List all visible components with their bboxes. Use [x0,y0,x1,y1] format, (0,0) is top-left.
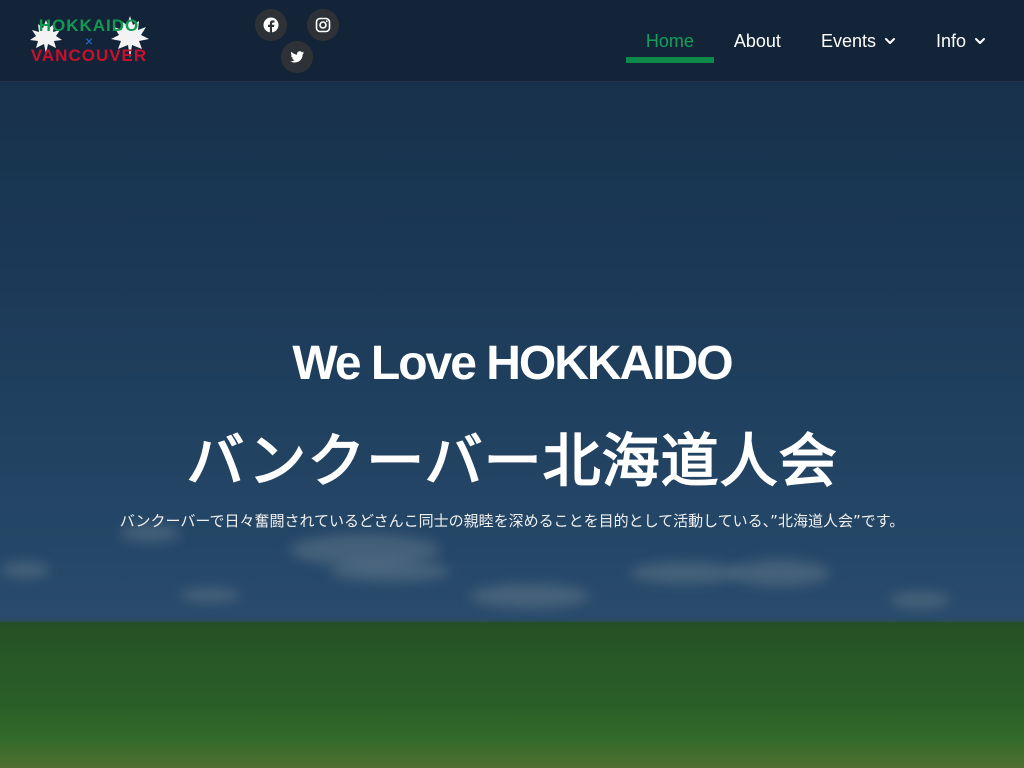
facebook-icon [263,17,279,33]
twitter-icon [290,51,304,63]
hero-title: We Love HOKKAIDO [292,337,733,390]
nav-info-label: Info [935,30,966,51]
nav-about[interactable]: About [714,0,801,82]
chevron-down-icon [884,38,895,44]
main-nav: Home About Events Info [625,0,1006,82]
twitter-link[interactable] [281,41,313,73]
nav-info[interactable]: Info [916,0,1006,82]
hero-subtitle: バンクーバー北海道人会 [186,427,838,495]
hero-description: バンクーバーで日々奮闘されているどさんこ同士の親睦を深めることを目的として活動し… [119,512,905,530]
nav-events-label: Events [820,30,876,51]
site-logo[interactable]: HOKKAIDO × VANCOUVER [18,14,160,68]
nav-events[interactable]: Events [801,0,916,82]
logo-vancouver-text: VANCOUVER [31,46,147,65]
nav-home-label: Home [645,30,694,51]
instagram-link[interactable] [307,9,339,41]
active-indicator [625,57,714,63]
nav-home[interactable]: Home [625,0,714,82]
logo-graphic: HOKKAIDO × VANCOUVER [30,16,149,65]
chevron-down-icon [975,38,985,44]
facebook-link[interactable] [255,9,287,41]
instagram-icon [315,17,331,33]
site-header: HOKKAIDO × VANCOUVER Home About Events I… [0,0,1024,82]
nav-about-label: About [733,30,781,51]
